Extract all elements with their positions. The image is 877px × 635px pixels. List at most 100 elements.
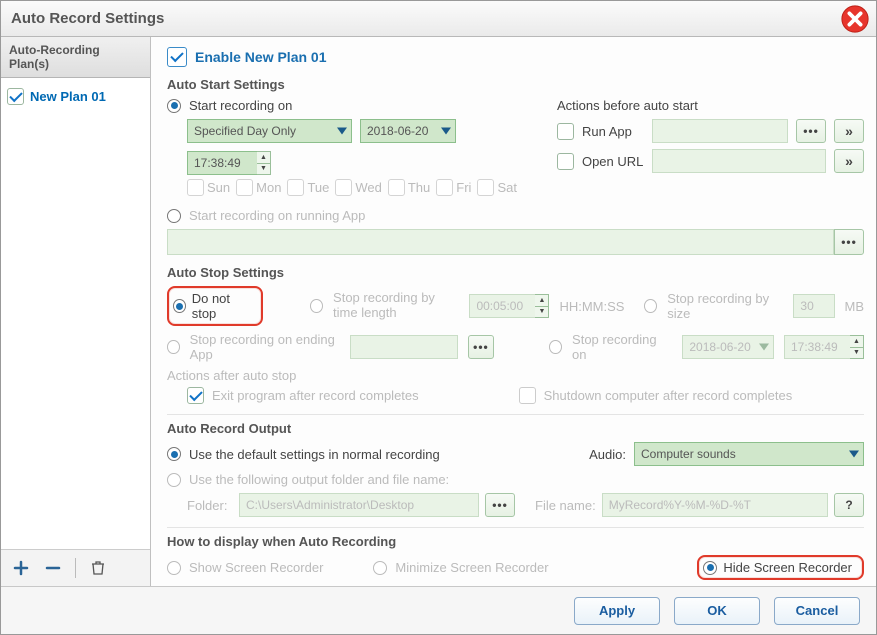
start-date-value: 2018-06-20 bbox=[367, 124, 428, 138]
open-url-label: Open URL bbox=[582, 154, 644, 169]
window-title: Auto Record Settings bbox=[11, 10, 164, 27]
plan-label: New Plan 01 bbox=[30, 89, 106, 104]
stop-by-size-value: 30 bbox=[800, 299, 813, 313]
display-hide-radio[interactable] bbox=[703, 561, 717, 575]
display-show-label: Show Screen Recorder bbox=[189, 560, 323, 575]
exit-after-checkbox[interactable] bbox=[187, 387, 204, 404]
stop-by-time-spinner[interactable]: ▲▼ bbox=[535, 294, 549, 318]
audio-value: Computer sounds bbox=[641, 447, 736, 461]
double-chevron-right-icon: » bbox=[845, 123, 853, 139]
open-url-go-button[interactable]: » bbox=[834, 149, 864, 173]
day-tue-checkbox[interactable] bbox=[287, 179, 304, 196]
auto-start-title: Auto Start Settings bbox=[167, 77, 864, 92]
stop-time-spinner[interactable]: ▲▼ bbox=[850, 335, 864, 359]
stop-by-size-field[interactable]: 30 bbox=[793, 294, 834, 318]
close-button[interactable] bbox=[840, 4, 870, 34]
use-default-output-radio[interactable] bbox=[167, 447, 181, 461]
stop-time-value: 17:38:49 bbox=[791, 340, 838, 354]
display-min-radio[interactable] bbox=[373, 561, 387, 575]
trash-icon bbox=[90, 560, 106, 576]
enable-plan-label: Enable New Plan 01 bbox=[195, 49, 327, 65]
day-sat-label: Sat bbox=[497, 180, 517, 195]
auto-record-settings-window: Auto Record Settings Auto-Recording Plan… bbox=[0, 0, 877, 635]
stop-by-size-radio[interactable] bbox=[644, 299, 657, 313]
chevron-down-icon bbox=[337, 128, 347, 135]
stop-on-date-label: Stop recording on bbox=[572, 332, 662, 362]
day-fri-checkbox[interactable] bbox=[436, 179, 453, 196]
use-custom-output-label: Use the following output folder and file… bbox=[189, 472, 449, 487]
spin-up-icon[interactable]: ▲ bbox=[257, 152, 270, 164]
day-wed-label: Wed bbox=[355, 180, 382, 195]
start-recording-on-radio[interactable] bbox=[167, 99, 181, 113]
sidebar-header: Auto-Recording Plan(s) bbox=[1, 37, 150, 78]
weekday-row: Sun Mon Tue Wed Thu Fri Sat bbox=[167, 179, 517, 196]
stop-time-field[interactable]: 17:38:49 bbox=[784, 335, 850, 359]
ok-button[interactable]: OK bbox=[674, 597, 760, 625]
open-url-field[interactable] bbox=[652, 149, 826, 173]
start-mode-select[interactable]: Specified Day Only bbox=[187, 119, 352, 143]
stop-by-time-field[interactable]: 00:05:00 bbox=[469, 294, 535, 318]
do-not-stop-radio[interactable] bbox=[173, 299, 186, 313]
chevron-down-icon bbox=[441, 128, 451, 135]
spin-down-icon[interactable]: ▼ bbox=[850, 348, 863, 359]
cancel-button[interactable]: Cancel bbox=[774, 597, 860, 625]
file-name-field[interactable]: MyRecord%Y-%M-%D-%T bbox=[602, 493, 828, 517]
start-on-app-radio[interactable] bbox=[167, 209, 181, 223]
folder-field[interactable]: C:\Users\Administrator\Desktop bbox=[239, 493, 479, 517]
add-plan-button[interactable] bbox=[7, 556, 35, 580]
run-app-go-button[interactable]: » bbox=[834, 119, 864, 143]
shutdown-after-checkbox[interactable] bbox=[519, 387, 536, 404]
delete-plan-button[interactable] bbox=[84, 556, 112, 580]
spin-up-icon[interactable]: ▲ bbox=[850, 336, 863, 348]
divider bbox=[167, 414, 864, 415]
run-app-browse-button[interactable]: ••• bbox=[796, 119, 826, 143]
stop-on-ending-app-field[interactable] bbox=[350, 335, 457, 359]
day-thu-checkbox[interactable] bbox=[388, 179, 405, 196]
stop-on-date-radio[interactable] bbox=[549, 340, 562, 354]
folder-browse-button[interactable]: ••• bbox=[485, 493, 515, 517]
start-recording-on-label: Start recording on bbox=[189, 98, 292, 113]
start-on-app-browse-button[interactable]: ••• bbox=[834, 229, 864, 255]
day-wed-checkbox[interactable] bbox=[335, 179, 352, 196]
stop-date-field[interactable]: 2018-06-20 bbox=[682, 335, 774, 359]
start-time-field[interactable]: 17:38:49 bbox=[187, 151, 257, 175]
shutdown-after-label: Shutdown computer after record completes bbox=[544, 388, 793, 403]
display-hide-label: Hide Screen Recorder bbox=[723, 560, 852, 575]
run-app-field[interactable] bbox=[652, 119, 788, 143]
folder-label: Folder: bbox=[187, 498, 233, 513]
spin-down-icon[interactable]: ▼ bbox=[257, 164, 270, 175]
day-sun-checkbox[interactable] bbox=[187, 179, 204, 196]
plan-item[interactable]: New Plan 01 bbox=[7, 88, 144, 105]
file-name-help-button[interactable]: ? bbox=[834, 493, 864, 517]
start-time-spinner[interactable]: ▲▼ bbox=[257, 151, 271, 175]
day-mon-checkbox[interactable] bbox=[236, 179, 253, 196]
stop-by-time-radio[interactable] bbox=[310, 299, 323, 313]
use-custom-output-radio[interactable] bbox=[167, 473, 181, 487]
ellipsis-icon: ••• bbox=[473, 340, 489, 354]
stop-by-size-label: Stop recording by size bbox=[667, 291, 783, 321]
audio-label: Audio: bbox=[589, 447, 626, 462]
audio-select[interactable]: Computer sounds bbox=[634, 442, 864, 466]
run-app-checkbox[interactable] bbox=[557, 123, 574, 140]
ellipsis-icon: ••• bbox=[841, 235, 857, 249]
ellipsis-icon: ••• bbox=[492, 498, 508, 512]
double-chevron-right-icon: » bbox=[845, 153, 853, 169]
remove-plan-button[interactable] bbox=[39, 556, 67, 580]
enable-plan-checkbox[interactable] bbox=[167, 47, 187, 67]
apply-button[interactable]: Apply bbox=[574, 597, 660, 625]
stop-on-ending-app-browse-button[interactable]: ••• bbox=[468, 335, 495, 359]
start-on-app-field[interactable] bbox=[167, 229, 834, 255]
footer: Apply OK Cancel bbox=[1, 586, 876, 634]
spin-up-icon[interactable]: ▲ bbox=[535, 295, 548, 307]
file-name-value: MyRecord%Y-%M-%D-%T bbox=[609, 498, 751, 512]
start-date-field[interactable]: 2018-06-20 bbox=[360, 119, 456, 143]
plan-checkbox[interactable] bbox=[7, 88, 24, 105]
display-min-label: Minimize Screen Recorder bbox=[395, 560, 548, 575]
stop-by-size-unit: MB bbox=[845, 299, 865, 314]
use-default-output-label: Use the default settings in normal recor… bbox=[189, 447, 440, 462]
stop-on-ending-app-radio[interactable] bbox=[167, 340, 180, 354]
display-show-radio[interactable] bbox=[167, 561, 181, 575]
day-sat-checkbox[interactable] bbox=[477, 179, 494, 196]
open-url-checkbox[interactable] bbox=[557, 153, 574, 170]
spin-down-icon[interactable]: ▼ bbox=[535, 307, 548, 318]
